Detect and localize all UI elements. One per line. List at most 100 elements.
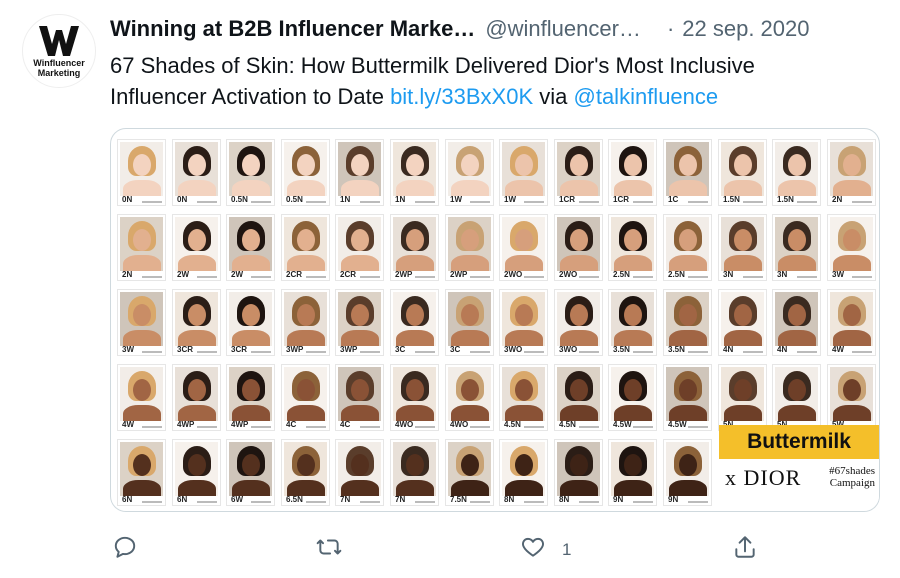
shade-tile: 5W — [827, 364, 876, 431]
shade-label: 2CR — [340, 270, 357, 279]
shade-tile: 5N — [718, 364, 767, 431]
shade-portrait — [557, 442, 600, 496]
shade-tile: 5N — [772, 364, 821, 431]
shade-label: 3CR — [231, 345, 248, 354]
campaign-hashtag: #67shades Campaign — [829, 465, 875, 489]
tweet-header: Winning at B2B Influencer Marke… @winflu… — [110, 14, 810, 44]
shade-label: 8N — [559, 495, 570, 504]
shade-tile: 4C — [281, 364, 330, 431]
shade-tile: 2CR — [335, 214, 384, 281]
shade-portrait — [830, 142, 873, 196]
avatar-logo-text: Winfluencer Marketing — [33, 58, 85, 78]
shade-tile: 2W — [172, 214, 221, 281]
shade-portrait — [229, 142, 272, 196]
shade-tile: 4N — [718, 289, 767, 356]
shade-tile: 1C — [663, 139, 712, 206]
shade-label: 2WO — [504, 270, 523, 279]
tweet-link[interactable]: bit.ly/33BxX0K — [390, 84, 533, 109]
shade-portrait — [229, 442, 272, 496]
shade-label: 4W — [832, 345, 844, 354]
shade-portrait — [175, 442, 218, 496]
shade-tile: 7N — [335, 439, 384, 506]
shade-portrait — [775, 142, 818, 196]
shade-label: 4N — [723, 345, 734, 354]
shade-label: 7N — [395, 495, 406, 504]
shade-portrait — [448, 442, 491, 496]
shade-tile: 1W — [499, 139, 548, 206]
shade-label: 3WP — [340, 345, 358, 354]
shade-tile: 3W — [827, 214, 876, 281]
tweet-text-line-2: Influencer Activation to Date bit.ly/33B… — [110, 81, 870, 112]
shade-tile: 4W — [117, 364, 166, 431]
shade-portrait — [448, 142, 491, 196]
shade-portrait — [666, 442, 709, 496]
shade-portrait — [120, 367, 163, 421]
shade-portrait — [666, 142, 709, 196]
shade-tile: 4WP — [172, 364, 221, 431]
shade-tile: 3CR — [172, 289, 221, 356]
tweet-media-image[interactable]: 0N 0N 0.5N 0.5N 1N 1N 1W 1W 1CR 1CR 1C 1.5N 1.5N 2N 2N… — [110, 128, 880, 512]
shade-portrait — [611, 142, 654, 196]
author-handle[interactable]: @winfluencer… — [485, 16, 641, 42]
shade-portrait — [557, 142, 600, 196]
shade-label: 8N — [504, 495, 515, 504]
shade-label: 3WO — [559, 345, 578, 354]
shade-tile: 3N — [718, 214, 767, 281]
shade-tile: 4.5N — [554, 364, 603, 431]
shade-tile: 3WP — [335, 289, 384, 356]
shade-tile: 3WO — [499, 289, 548, 356]
shade-tile: 4.5W — [663, 364, 712, 431]
share-button[interactable] — [732, 534, 758, 565]
shade-portrait — [775, 217, 818, 271]
tweet: Winfluencer Marketing Winning at B2B Inf… — [0, 0, 900, 578]
shade-tile: 4.5W — [608, 364, 657, 431]
shade-tile: 3C — [445, 289, 494, 356]
shade-label: 2WP — [395, 270, 413, 279]
shade-tile: 6N — [117, 439, 166, 506]
shade-tile: 3.5N — [663, 289, 712, 356]
shade-portrait — [284, 217, 327, 271]
shade-portrait — [338, 217, 381, 271]
shade-tile: 2WO — [499, 214, 548, 281]
shade-label: 6N — [177, 495, 188, 504]
shade-label: 7N — [340, 495, 351, 504]
shade-label: 1N — [340, 195, 351, 204]
tweet-text-via: via — [533, 84, 574, 109]
shade-label: 6.5N — [286, 495, 303, 504]
avatar[interactable]: Winfluencer Marketing — [22, 14, 96, 88]
like-button[interactable]: 1 — [520, 534, 571, 565]
shade-portrait — [830, 292, 873, 346]
shade-tile: 4WO — [445, 364, 494, 431]
shade-label: 1.5N — [723, 195, 740, 204]
shade-tile: 2N — [117, 214, 166, 281]
shade-tile: 2CR — [281, 214, 330, 281]
shade-tile: 0.5N — [226, 139, 275, 206]
shade-portrait — [284, 367, 327, 421]
shade-tile: 0N — [117, 139, 166, 206]
shade-portrait — [448, 292, 491, 346]
shade-label: 4WP — [231, 420, 249, 429]
shade-portrait — [338, 442, 381, 496]
shade-portrait — [120, 442, 163, 496]
shade-portrait — [175, 292, 218, 346]
shade-tile: 0N — [172, 139, 221, 206]
shade-tile: 2.5N — [608, 214, 657, 281]
reply-button[interactable] — [112, 534, 138, 565]
tweet-date[interactable]: 22 sep. 2020 — [682, 16, 809, 42]
author-name[interactable]: Winning at B2B Influencer Marke… — [110, 16, 475, 42]
shade-portrait — [120, 217, 163, 271]
retweet-icon — [316, 534, 342, 565]
shade-portrait — [830, 367, 873, 421]
retweet-button[interactable] — [316, 534, 342, 565]
separator: · — [666, 16, 675, 41]
shade-tile: 2N — [827, 139, 876, 206]
shade-label: 1N — [395, 195, 406, 204]
shade-portrait — [284, 442, 327, 496]
shade-label: 0N — [177, 195, 188, 204]
shade-portrait — [721, 367, 764, 421]
tweet-actions: 1 — [110, 530, 770, 566]
shade-label: 2WO — [559, 270, 578, 279]
tweet-mention[interactable]: @talkinfluence — [574, 84, 719, 109]
shade-tile: 1CR — [554, 139, 603, 206]
shade-tile: 1N — [390, 139, 439, 206]
